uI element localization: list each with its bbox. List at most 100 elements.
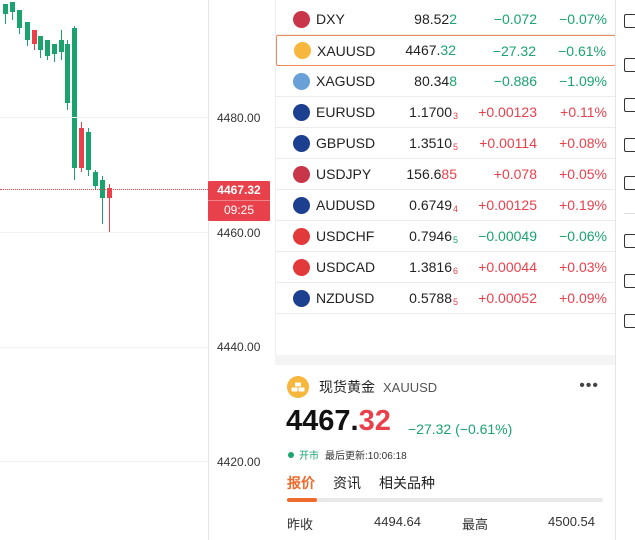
- stat-value-high: 4500.54: [548, 514, 595, 529]
- tab-indicator: [287, 498, 317, 502]
- candle-body: [38, 36, 43, 50]
- symbol-label: XAGUSD: [316, 73, 376, 89]
- uk-flag-icon: [293, 134, 310, 152]
- candle-body: [17, 10, 22, 28]
- change-value: +0.00125: [478, 197, 537, 213]
- change-value: +0.00114: [479, 135, 537, 151]
- watchlist-row[interactable]: GBPUSD 1.35105 +0.00114 +0.08%: [276, 128, 616, 159]
- grid-line: [0, 232, 208, 233]
- last-price: 1.17003: [409, 104, 458, 121]
- change-percent: +0.03%: [559, 259, 607, 275]
- last-price-sub: 5: [452, 234, 458, 245]
- current-price-tag: 4467.32 09:25: [208, 181, 270, 221]
- current-price-line: [0, 189, 210, 190]
- price-integer: 4467.: [286, 405, 359, 437]
- target-icon[interactable]: [624, 234, 635, 248]
- price-tick: 4460.00: [217, 226, 261, 240]
- stat-label-prev-close: 昨收: [287, 517, 314, 532]
- grid-icon[interactable]: [624, 314, 635, 328]
- draw-icon[interactable]: [624, 98, 635, 112]
- change-value: +0.078: [493, 166, 537, 182]
- last-price-tail: 2: [449, 10, 457, 27]
- watchlist-row[interactable]: NZDUSD 0.57885 +0.00052 +0.09%: [276, 283, 616, 314]
- watchlist-row[interactable]: XAGUSD 80.348 −0.886 −1.09%: [276, 66, 616, 97]
- price-axis[interactable]: 4480.00 4460.00 4440.00 4420.00: [208, 0, 274, 540]
- last-price-main: 98.52: [414, 10, 450, 27]
- more-options-icon[interactable]: •••: [579, 377, 599, 395]
- watchlist: DXY 98.522 −0.072 −0.07% XAUUSD 4467.32 −27.32…: [275, 0, 616, 355]
- candle-body: [65, 44, 70, 103]
- change-value: −0.00049: [478, 228, 537, 244]
- watchlist-row[interactable]: USDCAD 1.38166 +0.00044 +0.03%: [276, 252, 616, 283]
- candle-body: [59, 40, 64, 52]
- stat-value-prev-close: 4494.64: [374, 514, 421, 529]
- au-flag-icon: [293, 196, 310, 214]
- instrument-name: 现货黄金: [319, 379, 375, 395]
- watchlist-row[interactable]: USDJPY 156.685 +0.078 +0.05%: [276, 159, 616, 190]
- layout-icon[interactable]: [624, 138, 635, 152]
- watchlist-row[interactable]: DXY 98.522 −0.072 −0.07%: [276, 4, 616, 35]
- last-price-tail: 8: [449, 72, 457, 89]
- last-price-sub: 5: [452, 296, 458, 307]
- gold-icon: [294, 42, 311, 59]
- last-price-sub: 4: [452, 203, 458, 214]
- change-value: +0.00044: [478, 259, 537, 275]
- message-icon[interactable]: [624, 176, 635, 190]
- tab-related[interactable]: 相关品种: [379, 473, 435, 493]
- change-percent: −0.07%: [559, 11, 607, 27]
- candle-body: [93, 172, 98, 186]
- tab-quote[interactable]: 报价: [287, 473, 315, 493]
- silver-icon: [293, 72, 310, 90]
- change-percent: −0.06%: [559, 228, 607, 244]
- instrument-detail-panel: 现货黄金 XAUUSD ••• 4467.32 −27.32 (−0.61%) …: [275, 365, 615, 540]
- candlestick-svg: [3, 2, 112, 233]
- change-value: −0.072: [493, 11, 537, 27]
- last-price: 0.79465: [409, 228, 458, 245]
- last-price: 1.35105: [409, 135, 458, 152]
- stat-label-high: 最高: [462, 517, 489, 532]
- tab-news[interactable]: 资讯: [333, 473, 361, 493]
- symbol-label: AUDUSD: [316, 197, 376, 213]
- status-dot-icon: [288, 451, 294, 458]
- calendar-icon[interactable]: [624, 14, 635, 28]
- last-price: 156.685: [406, 166, 458, 183]
- watchlist-row[interactable]: EURUSD 1.17003 +0.00123 +0.11%: [276, 97, 616, 128]
- symbol-label: GBPUSD: [316, 135, 376, 151]
- symbol-label: USDCHF: [316, 228, 375, 244]
- gold-icon: [287, 376, 309, 398]
- bell-icon[interactable]: [624, 58, 635, 72]
- candle-body: [72, 28, 77, 168]
- last-price: 0.67494: [409, 197, 458, 214]
- section-divider: [275, 355, 615, 365]
- tag-icon[interactable]: [624, 274, 635, 288]
- candle-body: [10, 2, 15, 12]
- price-tick: 4420.00: [217, 455, 261, 469]
- change-percent: +0.09%: [559, 290, 607, 306]
- last-price-main: 1.3510: [409, 134, 452, 151]
- watchlist-row[interactable]: AUDUSD 0.67494 +0.00125 +0.19%: [276, 190, 616, 221]
- right-toolbar: [615, 0, 635, 540]
- change-value: +0.00123: [478, 104, 537, 120]
- price-tick: 4440.00: [217, 340, 261, 354]
- detail-tabs: 报价 资讯 相关品种: [287, 473, 603, 503]
- market-status: 开市 最后更新:10:06:18: [288, 447, 407, 462]
- last-price-main: 80.34: [414, 72, 450, 89]
- grid-line: [0, 347, 208, 348]
- instrument-code: XAUUSD: [383, 379, 438, 395]
- watchlist-row[interactable]: USDCHF 0.79465 −0.00049 −0.06%: [276, 221, 616, 252]
- last-price-tail: 85: [441, 165, 457, 182]
- last-price-main: 156.6: [406, 165, 442, 182]
- ch-flag-icon: [293, 227, 310, 245]
- ca-flag-icon: [293, 258, 310, 276]
- eu-flag-icon: [293, 103, 310, 121]
- symbol-label: NZDUSD: [316, 290, 375, 306]
- candle-body: [45, 40, 50, 56]
- price-tick: 4480.00: [217, 111, 261, 125]
- change-percent: +0.08%: [559, 135, 607, 151]
- last-price-main: 4467.: [405, 42, 441, 58]
- candlestick-chart[interactable]: [0, 0, 210, 540]
- last-price: 80.348: [414, 73, 458, 90]
- instrument-change: −27.32 (−0.61%): [408, 421, 513, 437]
- watchlist-row[interactable]: XAUUSD 4467.32 −27.32 −0.61%: [276, 35, 616, 66]
- symbol-label: USDCAD: [316, 259, 376, 275]
